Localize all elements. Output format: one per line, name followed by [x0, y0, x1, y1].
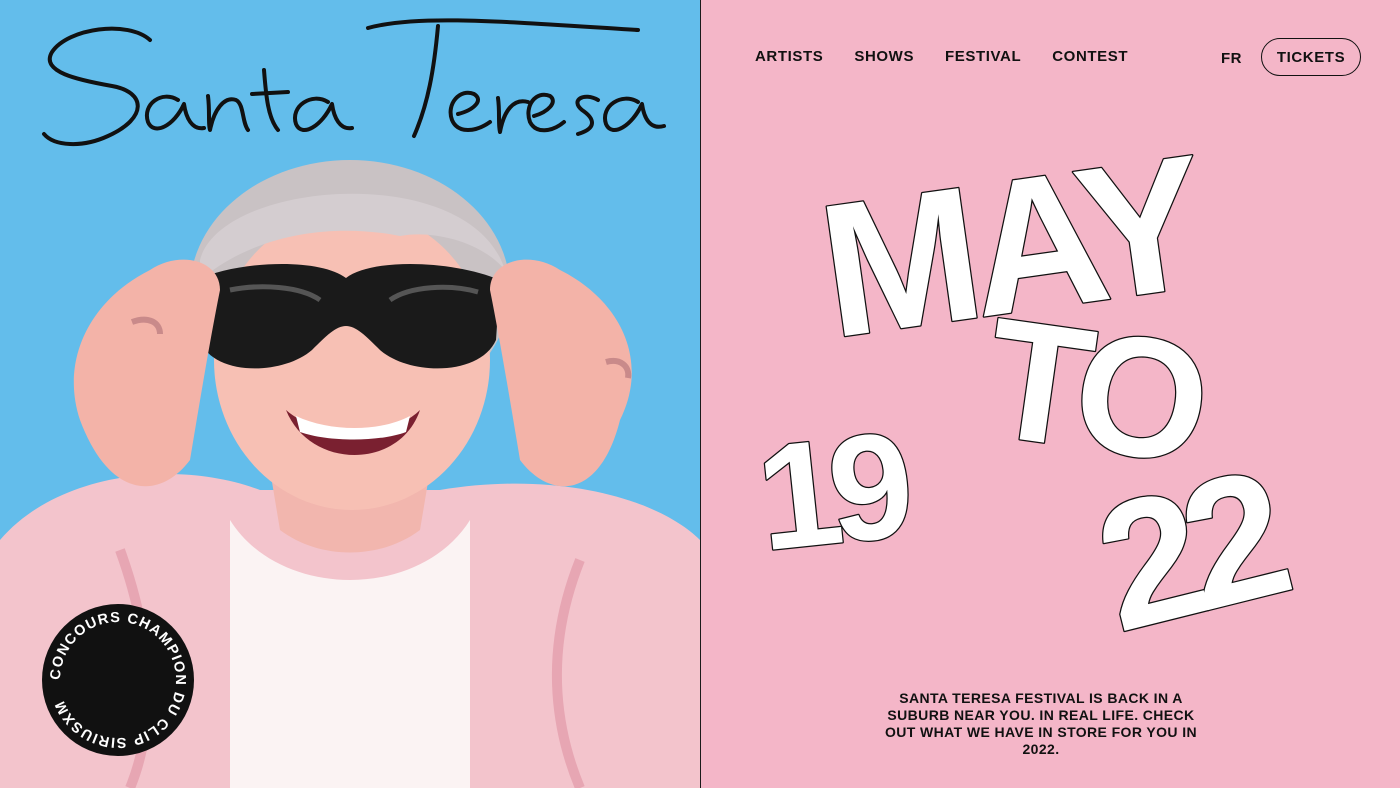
dates-start-day: 19 — [750, 400, 916, 583]
tickets-button[interactable]: TICKETS — [1261, 38, 1361, 76]
santa-teresa-logo[interactable] — [38, 0, 668, 160]
contest-badge[interactable]: CONCOURS CHAMPION DU CLIP SIRIUSXM — [38, 600, 198, 760]
dates-end-day: 22 — [1079, 432, 1301, 660]
badge-circle — [42, 604, 194, 756]
nav-artists[interactable]: ARTISTS — [755, 48, 823, 65]
festival-tagline: SANTA TERESA FESTIVAL IS BACK IN A SUBUR… — [884, 690, 1198, 757]
nav-contest[interactable]: CONTEST — [1052, 48, 1128, 65]
nav-shows[interactable]: SHOWS — [854, 48, 914, 65]
nav-festival[interactable]: FESTIVAL — [945, 48, 1021, 65]
hero-image-panel: CONCOURS CHAMPION DU CLIP SIRIUSXM — [0, 0, 700, 788]
language-toggle[interactable]: FR — [1221, 50, 1242, 67]
main-nav: ARTISTS SHOWS FESTIVAL CONTEST — [755, 48, 1128, 65]
info-panel: ARTISTS SHOWS FESTIVAL CONTEST FR TICKET… — [701, 0, 1400, 788]
festival-dates: MAY 19 TO 22 — [748, 120, 1303, 660]
